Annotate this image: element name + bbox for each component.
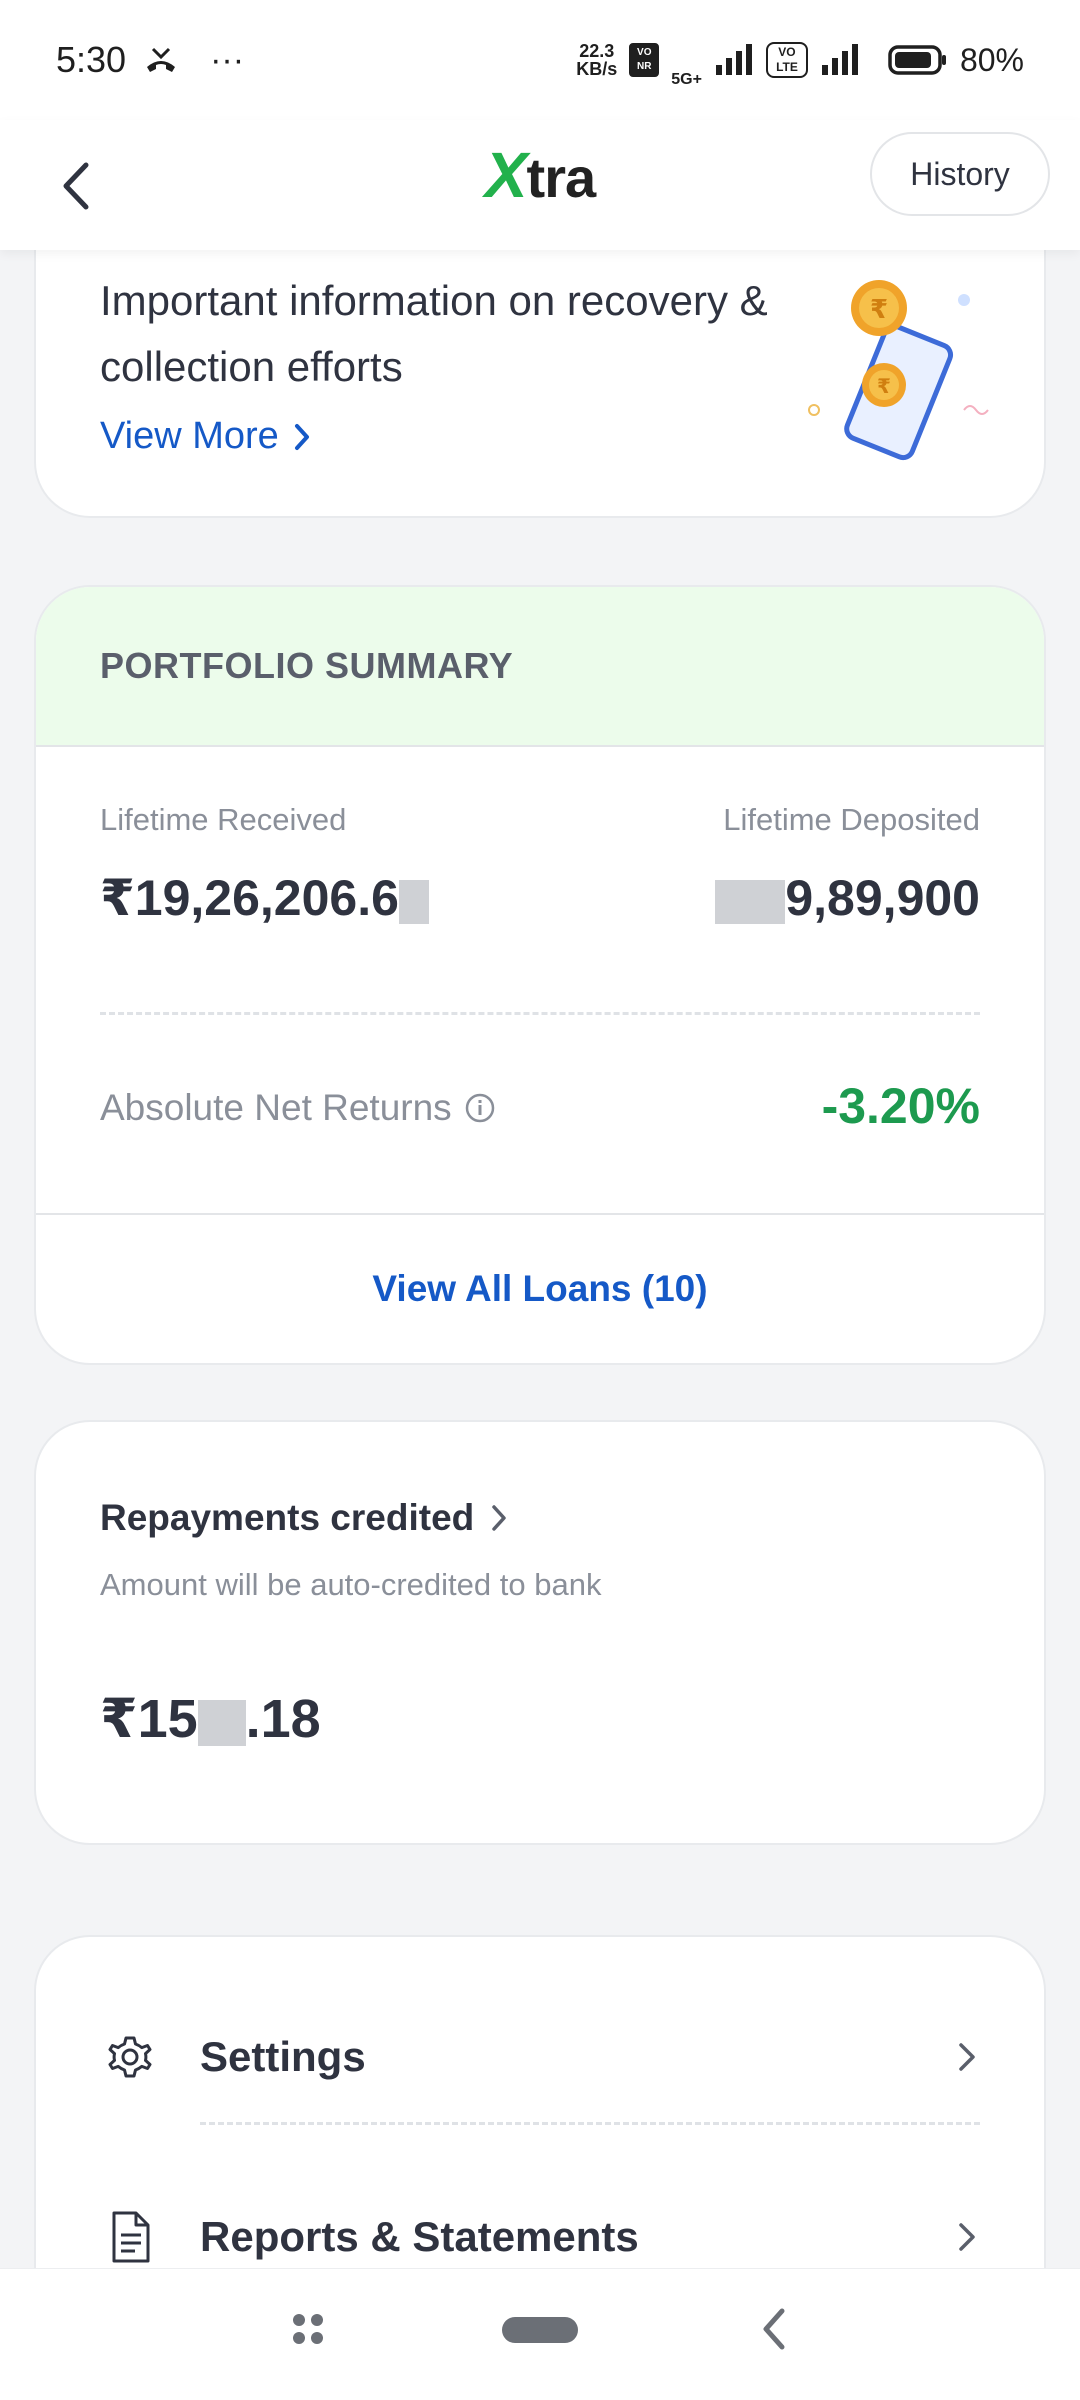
- repayments-amount-prefix: ₹15: [100, 1689, 198, 1749]
- vonr-badge: VO NR: [629, 43, 660, 77]
- menu-item-settings-label: Settings: [200, 2033, 366, 2080]
- signal-icon-1: [715, 44, 752, 75]
- logo-x: X: [484, 139, 528, 211]
- nav-back-icon[interactable]: [758, 2305, 788, 2353]
- chevron-right-icon: [294, 423, 309, 450]
- svg-text:₹: ₹: [870, 294, 888, 324]
- view-more-link[interactable]: View More: [100, 415, 311, 458]
- redacted-digit: [398, 879, 429, 924]
- net-speed-value: 22.3: [579, 41, 615, 61]
- back-arrow-icon: [63, 162, 89, 210]
- net-speed: 22.3 KB/s: [576, 42, 617, 78]
- chevron-right-icon: [959, 2043, 975, 2071]
- coin-phone-illustration: ₹ ₹: [808, 280, 989, 461]
- signal-icon-2: [821, 44, 858, 75]
- logo-rest: tra: [526, 146, 597, 209]
- chevron-right-icon: [959, 2223, 975, 2251]
- history-button[interactable]: History: [870, 132, 1050, 216]
- net-returns-value: -3.20%: [821, 1078, 980, 1134]
- lifetime-received-amount: ₹19,26,206.6: [100, 870, 399, 926]
- missed-call-icon: [147, 47, 176, 72]
- gear-icon: [108, 2036, 152, 2078]
- app-header: Xtra History: [0, 120, 1080, 250]
- svg-text:₹: ₹: [877, 376, 891, 398]
- lifetime-received-label: Lifetime Received: [100, 802, 347, 837]
- lifetime-deposited-label: Lifetime Deposited: [723, 802, 980, 837]
- system-nav-bar: [0, 2268, 1080, 2400]
- xtra-logo: Xtra: [484, 138, 597, 212]
- menu-item-reports-label: Reports & Statements: [200, 2213, 639, 2260]
- repayments-amount: ₹15 .18: [100, 1687, 321, 1750]
- status-time: 5:30: [56, 39, 127, 80]
- repayments-amount-suffix: .18: [245, 1689, 321, 1749]
- network-type: 5G+: [671, 71, 702, 88]
- repayments-card[interactable]: Repayments credited Amount will be auto-…: [34, 1420, 1046, 1845]
- net-speed-unit: KB/s: [576, 59, 618, 79]
- overflow-dots: ···: [210, 40, 245, 79]
- divider: [200, 2122, 980, 2125]
- info-banner-text: Important information on recovery & coll…: [100, 277, 768, 390]
- info-icon[interactable]: [464, 1092, 496, 1124]
- lifetime-deposited-value: 9,89,900: [715, 869, 980, 927]
- repayments-title-row[interactable]: Repayments credited: [100, 1497, 508, 1539]
- battery-icon: [888, 45, 946, 75]
- repayments-title: Repayments credited: [100, 1497, 475, 1538]
- portfolio-summary-card: PORTFOLIO SUMMARY Lifetime Received ₹19,…: [34, 585, 1046, 1365]
- back-button[interactable]: [60, 146, 120, 226]
- lifetime-deposited-amount: 9,89,900: [785, 870, 980, 926]
- volte-badge: VO LTE: [765, 42, 808, 78]
- view-more-label: View More: [100, 415, 279, 457]
- recent-apps-icon[interactable]: [290, 2311, 326, 2347]
- menu-item-settings[interactable]: Settings: [36, 1992, 1044, 2122]
- status-bar: 5:30 ··· 22.3 KB/s VO NR 5G+ VO LTE 80%: [0, 0, 1080, 120]
- net-returns-row: Absolute Net Returns: [100, 1087, 496, 1129]
- repayments-subtitle: Amount will be auto-credited to bank: [100, 1567, 602, 1602]
- redacted-digits: [715, 879, 786, 924]
- chevron-right-icon: [492, 1505, 506, 1531]
- portfolio-summary-heading: PORTFOLIO SUMMARY: [36, 587, 1044, 747]
- net-returns-label: Absolute Net Returns: [100, 1087, 452, 1128]
- divider: [100, 1012, 980, 1015]
- home-button[interactable]: [502, 2317, 578, 2343]
- battery-percent: 80%: [959, 41, 1024, 78]
- view-all-loans-button[interactable]: View All Loans (10): [36, 1213, 1044, 1363]
- redacted-digits: [197, 1699, 246, 1746]
- lifetime-received-value: ₹19,26,206.6: [100, 869, 429, 927]
- document-icon: [112, 2211, 150, 2263]
